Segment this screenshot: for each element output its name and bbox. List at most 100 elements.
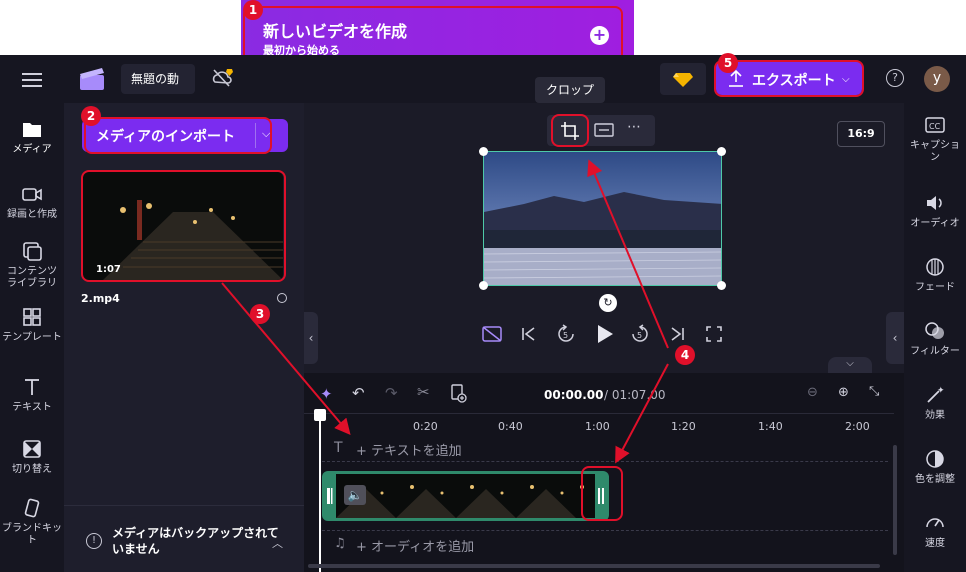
track-divider xyxy=(322,530,888,531)
app-root: 新しいビデオを作成 最初から始める + 1 無題の動 エクスポート ⌵ 5 ? … xyxy=(0,0,966,572)
zoom-in-button[interactable]: ⊕ xyxy=(838,385,849,400)
rail-item-speed[interactable]: 速度 xyxy=(904,512,966,550)
premium-diamond-button[interactable] xyxy=(660,63,706,95)
aspect-ratio-button[interactable]: 16:9 xyxy=(837,121,885,147)
annotation-badge-3: 3 xyxy=(250,304,270,324)
skip-start-button[interactable] xyxy=(520,325,538,347)
undo-button[interactable]: ↶ xyxy=(352,384,365,402)
check-circle-icon xyxy=(277,293,287,303)
effects-icon: ✦ xyxy=(927,386,945,403)
collapse-right-handle[interactable]: ‹ xyxy=(886,312,904,364)
template-icon xyxy=(23,308,41,326)
text-track-label: + テキストを追加 xyxy=(356,444,462,459)
fit-button[interactable] xyxy=(593,120,615,140)
current-time: 00:00.00 xyxy=(544,388,604,402)
tick-label: 0:20 xyxy=(413,420,438,433)
transition-icon xyxy=(23,440,41,458)
rewind-5-button[interactable]: 5 xyxy=(556,324,576,348)
text-icon xyxy=(25,379,39,395)
rail-label: 切り替え xyxy=(12,464,52,475)
video-canvas[interactable] xyxy=(483,151,722,286)
fullscreen-button[interactable] xyxy=(705,325,723,347)
playhead[interactable] xyxy=(319,412,321,572)
crop-tooltip: クロップ xyxy=(535,77,605,103)
timeline-vscroll[interactable] xyxy=(893,445,897,555)
menu-icon[interactable] xyxy=(22,72,42,87)
clapper-logo-icon xyxy=(80,68,104,90)
project-name-field[interactable]: 無題の動 xyxy=(121,64,195,94)
svg-text:5: 5 xyxy=(637,331,642,340)
rail-label: ブランドキット xyxy=(2,523,62,546)
magic-icon[interactable] xyxy=(481,324,503,348)
clip-volume-icon[interactable]: 🔈 xyxy=(344,485,366,505)
chevron-up-icon[interactable]: ︿ xyxy=(272,535,283,551)
resize-handle-tr[interactable] xyxy=(717,147,726,156)
playhead-handle[interactable] xyxy=(314,409,326,421)
rail-item-captions[interactable]: CC キャプショ ン xyxy=(904,114,966,164)
audio-icon xyxy=(927,196,942,210)
rail-item-color[interactable]: 色を調整 xyxy=(904,448,966,486)
rail-label: テキスト xyxy=(12,402,52,413)
text-track-icon: T xyxy=(334,440,343,456)
fit-icon xyxy=(594,123,614,137)
avatar[interactable]: y xyxy=(924,66,950,92)
annotation-box-clip-end xyxy=(581,466,623,521)
banner-plus-icon[interactable]: + xyxy=(590,26,609,45)
fit-timeline-button[interactable]: ⤡ xyxy=(869,384,879,399)
rail-label: 色を調整 xyxy=(915,474,955,485)
rail-item-fade[interactable]: フェード xyxy=(904,256,966,294)
rail-item-effects[interactable]: ✦ 効果 xyxy=(904,384,966,422)
split-button[interactable]: ✂ xyxy=(417,383,430,401)
rail-label: メディア xyxy=(12,144,52,155)
forward-5-button[interactable]: 5 xyxy=(630,324,650,348)
rail-item-record[interactable]: 録画と作成 xyxy=(0,183,64,221)
rail-item-text[interactable]: テキスト xyxy=(0,376,64,414)
fade-icon xyxy=(926,258,944,276)
rail-item-filters[interactable]: フィルター xyxy=(904,320,966,358)
filter-icon xyxy=(925,322,944,339)
rail-item-templates[interactable]: テンプレート xyxy=(0,306,64,344)
rail-label: フェード xyxy=(915,282,955,293)
help-button[interactable]: ? xyxy=(886,69,904,87)
resize-handle-br[interactable] xyxy=(717,281,726,290)
redo-button[interactable]: ↷ xyxy=(385,384,398,402)
collapse-left-handle[interactable]: ‹ xyxy=(304,312,318,364)
cloud-off-icon[interactable] xyxy=(211,68,233,88)
audio-track-label: + オーディオを追加 xyxy=(356,540,475,555)
ai-sparkle-icon[interactable]: ✦ xyxy=(320,385,333,403)
tick-label: 1:40 xyxy=(758,420,783,433)
speed-icon xyxy=(926,518,944,528)
brand-icon xyxy=(24,498,40,518)
more-options-button[interactable]: ⋯ xyxy=(627,119,641,135)
rail-label: キャプショ ン xyxy=(910,140,960,163)
play-button[interactable] xyxy=(595,324,615,348)
resize-handle-tl[interactable] xyxy=(479,147,488,156)
rail-item-library[interactable]: コンテンツ ライブラリ xyxy=(0,240,64,290)
zoom-out-button[interactable]: ⊖ xyxy=(807,385,818,400)
banner-title: 新しいビデオを作成 xyxy=(263,22,408,41)
rail-label: 効果 xyxy=(925,410,945,421)
info-icon: ! xyxy=(86,533,102,549)
total-time: / 01:07.00 xyxy=(604,388,666,402)
tick-label: 1:00 xyxy=(585,420,610,433)
text-track[interactable]: T + テキストを追加 xyxy=(322,436,892,462)
rail-item-audio[interactable]: オーディオ xyxy=(904,192,966,230)
captions-icon: CC xyxy=(925,117,945,133)
rail-item-media[interactable]: メディア xyxy=(0,118,64,156)
collapse-timeline-button[interactable]: ⌵ xyxy=(828,357,872,373)
resize-handle-bl[interactable] xyxy=(479,281,488,290)
rail-item-brandkit[interactable]: ブランドキット xyxy=(0,497,64,547)
add-media-button[interactable] xyxy=(449,383,467,407)
rail-item-transitions[interactable]: 切り替え xyxy=(0,438,64,476)
skip-end-button[interactable] xyxy=(668,325,686,347)
annotation-badge-1: 1 xyxy=(243,0,263,20)
rail-label: フィルター xyxy=(910,346,960,357)
rotate-button[interactable]: ↻ xyxy=(599,294,617,312)
library-icon xyxy=(23,242,42,261)
svg-text:CC: CC xyxy=(929,122,941,131)
annotation-badge-4: 4 xyxy=(675,345,695,365)
folder-icon xyxy=(23,123,41,137)
timeline-scrollbar[interactable] xyxy=(308,564,880,568)
tick-label: 2:00 xyxy=(845,420,870,433)
audio-track[interactable]: ♫ + オーディオを追加 xyxy=(322,532,892,558)
